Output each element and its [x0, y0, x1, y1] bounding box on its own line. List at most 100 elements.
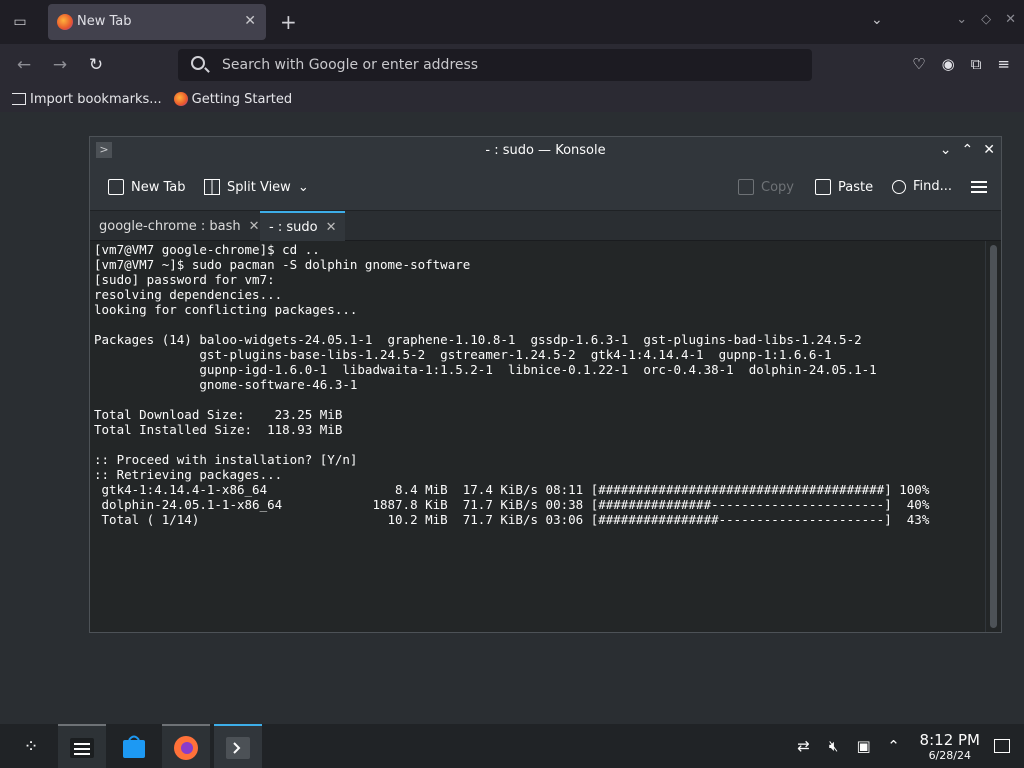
reload-icon[interactable]: ↻	[84, 53, 108, 77]
terminal-line: [vm7@VM7 google-chrome]$ cd ..	[94, 242, 320, 257]
konsole-toolbar: New Tab Split View ⌄ Copy Paste Find...	[90, 165, 1001, 211]
search-icon	[892, 179, 906, 194]
tab-label: google-chrome : bash	[99, 218, 241, 234]
window-controls: ⌄ ◇ ✕	[956, 12, 1016, 27]
close-tab-icon[interactable]: ✕	[244, 13, 256, 29]
menu-icon[interactable]: ≡	[997, 55, 1010, 73]
taskbar-firefox[interactable]	[162, 724, 210, 768]
tab-title: New Tab	[77, 14, 132, 29]
minimize-icon[interactable]: ⌄	[956, 12, 967, 27]
scrollbar-thumb[interactable]	[990, 245, 997, 628]
terminal-line: gnome-software-46.3-1	[94, 377, 358, 392]
close-window-icon[interactable]: ✕	[1005, 12, 1016, 27]
terminal-line: Packages (14) baloo-widgets-24.05.1-1 gr…	[94, 332, 862, 347]
tab-bar: ▭ New Tab ✕ + ⌄ ⌄ ◇ ✕	[0, 0, 1024, 44]
account-icon[interactable]: ◉	[942, 55, 955, 73]
bookmark-label: Getting Started	[191, 91, 293, 107]
konsole-tab-bar: google-chrome : bash ✕ - : sudo ✕	[90, 211, 1001, 241]
terminal-output[interactable]: [vm7@VM7 google-chrome]$ cd .. [vm7@VM7 ~…	[90, 241, 985, 632]
find-label: Find...	[913, 179, 953, 194]
clock-date: 6/28/24	[928, 748, 971, 762]
show-desktop-icon[interactable]	[994, 739, 1010, 753]
find-button[interactable]: Find...	[892, 179, 952, 194]
close-icon[interactable]: ✕	[983, 142, 995, 158]
split-view-button[interactable]: Split View ⌄	[204, 179, 309, 195]
tab-label: - : sudo	[269, 219, 318, 235]
terminal-line: :: Retrieving packages...	[94, 467, 283, 482]
nav-bar: ← → ↻ ♡ ◉ ⧉ ≡	[0, 44, 1024, 86]
pocket-icon[interactable]: ♡	[912, 55, 925, 73]
import-icon	[12, 93, 26, 105]
chevron-down-icon: ⌄	[297, 179, 309, 195]
application-launcher-icon[interactable]: ⁘	[18, 734, 44, 760]
clock-time: 8:12 PM	[919, 730, 980, 749]
chevron-up-icon[interactable]: ⌃	[884, 736, 904, 756]
split-view-label: Split View	[227, 179, 291, 195]
konsole-window: > - : sudo — Konsole ⌄ ⌃ ✕ New Tab Split…	[89, 136, 1002, 633]
bookmark-label: Import bookmarks...	[30, 91, 162, 107]
forward-arrow-icon[interactable]: →	[48, 53, 72, 77]
address-input[interactable]	[222, 55, 782, 75]
copy-label: Copy	[761, 179, 794, 195]
paste-label: Paste	[838, 179, 874, 195]
new-tab-label: New Tab	[131, 179, 186, 195]
save-icon[interactable]: ▣	[854, 736, 874, 756]
taskbar-system-settings[interactable]	[58, 724, 106, 768]
konsole-titlebar[interactable]: > - : sudo — Konsole ⌄ ⌃ ✕	[90, 137, 1001, 165]
konsole-icon	[226, 737, 250, 759]
new-tab-plus-icon[interactable]: +	[280, 10, 297, 34]
tab-sudo[interactable]: - : sudo ✕	[260, 211, 346, 241]
list-all-tabs-chevron-icon[interactable]: ⌄	[871, 12, 883, 28]
firefox-icon	[173, 92, 188, 106]
terminal-line: Total Download Size: 23.25 MiB	[94, 407, 343, 422]
terminal-scrollbar[interactable]	[985, 241, 1001, 632]
terminal-line: looking for conflicting packages...	[94, 302, 358, 317]
copy-button[interactable]: Copy	[738, 179, 794, 195]
firefox-icon	[174, 736, 198, 760]
paste-button[interactable]: Paste	[815, 179, 873, 195]
paste-icon	[815, 179, 831, 195]
browser-tab-new-tab[interactable]: New Tab ✕	[48, 4, 266, 40]
terminal-line: Total ( 1/14) 10.2 MiB 71.7 KiB/s 03:06 …	[94, 512, 930, 527]
terminal-line: gupnp-igd-1.6.0-1 libadwaita-1:1.5.2-1 l…	[94, 362, 877, 377]
discover-store-icon	[123, 735, 145, 758]
bookmark-import[interactable]: Import bookmarks...	[12, 92, 162, 107]
address-bar[interactable]	[178, 49, 812, 81]
terminal-line: [vm7@VM7 ~]$ sudo pacman -S dolphin gnom…	[94, 257, 471, 272]
settings-icon	[70, 738, 94, 758]
toolbar-right-icons: ♡ ◉ ⧉ ≡	[912, 55, 1010, 73]
digital-clock[interactable]: 8:12 PM 6/28/24	[920, 731, 980, 762]
window-title: - : sudo — Konsole	[485, 143, 606, 158]
tab-google-chrome-bash[interactable]: google-chrome : bash ✕	[90, 211, 269, 241]
split-view-icon	[204, 179, 220, 195]
terminal-line: gst-plugins-base-libs-1.24.5-2 gstreamer…	[94, 347, 832, 362]
system-tray: ⇄ 🔇︎ ▣ ⌃ 8:12 PM 6/28/24	[794, 724, 1024, 768]
extensions-icon[interactable]: ⧉	[971, 55, 982, 73]
close-tab-icon[interactable]: ✕	[326, 220, 337, 235]
terminal-line: Total Installed Size: 118.93 MiB	[94, 422, 343, 437]
bookmarks-toolbar: Import bookmarks... Getting Started	[0, 86, 1024, 112]
taskbar-discover[interactable]	[110, 724, 158, 768]
maximize-icon[interactable]: ⌃	[962, 142, 974, 158]
back-arrow-icon[interactable]: ←	[12, 53, 36, 77]
terminal-line: :: Proceed with installation? [Y/n]	[94, 452, 358, 467]
close-tab-icon[interactable]: ✕	[249, 219, 260, 234]
tab-list-icon[interactable]: ▭	[8, 10, 32, 34]
volume-muted-icon[interactable]: 🔇︎	[824, 736, 844, 756]
taskbar: ⁘ ⇄ 🔇︎ ▣ ⌃ 8:12 PM 6/28/24	[0, 724, 1024, 768]
copy-icon	[738, 179, 754, 195]
taskbar-konsole[interactable]	[214, 724, 262, 768]
firefox-favicon-icon	[57, 14, 73, 30]
hamburger-menu-icon[interactable]	[971, 181, 987, 193]
firefox-window: ▭ New Tab ✕ + ⌄ ⌄ ◇ ✕ ← → ↻ ♡ ◉ ⧉ ≡	[0, 0, 1024, 112]
bookmark-getting-started[interactable]: Getting Started	[173, 91, 293, 107]
maximize-icon[interactable]: ◇	[981, 12, 991, 27]
network-icon[interactable]: ⇄	[794, 736, 814, 756]
terminal-line: [sudo] password for vm7:	[94, 272, 275, 287]
new-tab-button[interactable]: New Tab	[108, 179, 186, 195]
terminal-line: gtk4-1:4.14.4-1-x86_64 8.4 MiB 17.4 KiB/…	[94, 482, 930, 497]
minimize-icon[interactable]: ⌄	[940, 142, 952, 158]
